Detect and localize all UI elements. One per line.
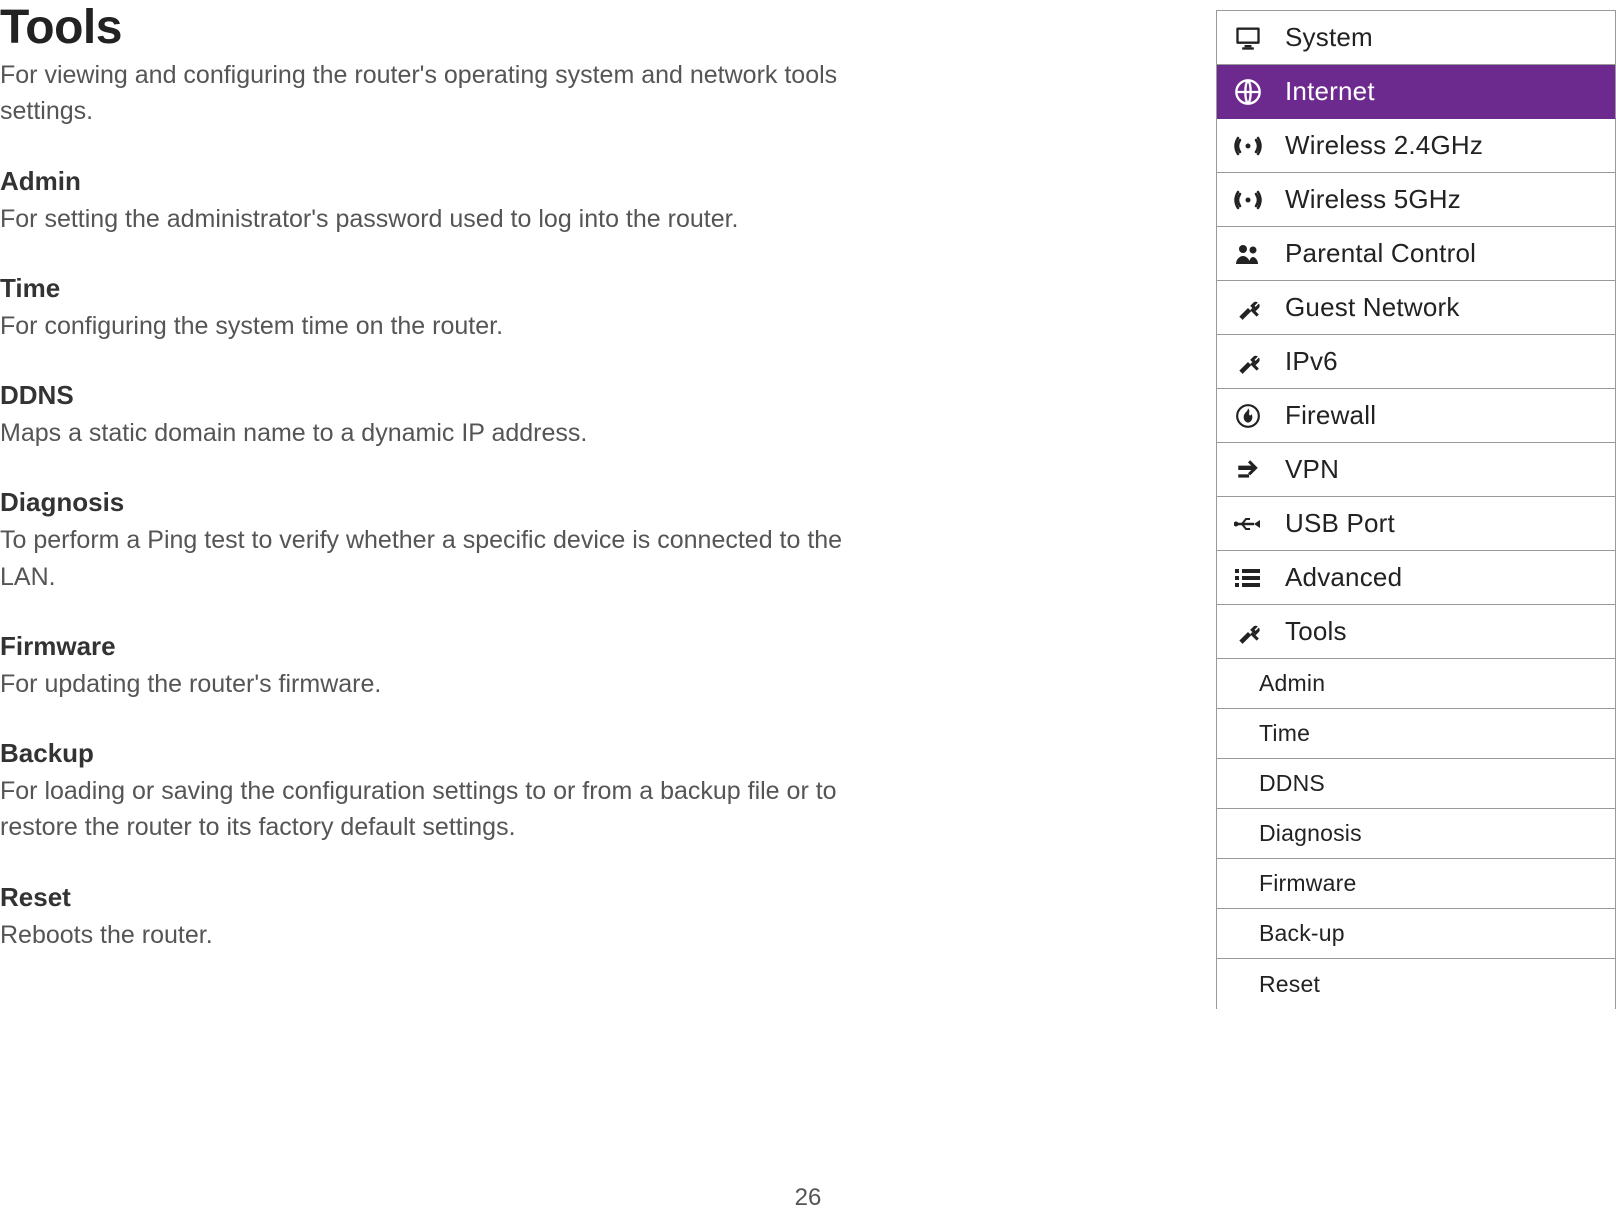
menu-label: USB Port bbox=[1279, 508, 1615, 539]
wifi-icon bbox=[1217, 136, 1279, 156]
page-intro: For viewing and configuring the router's… bbox=[0, 57, 870, 130]
wifi-icon bbox=[1217, 190, 1279, 210]
section-title: Reset bbox=[0, 882, 870, 913]
section-firmware: Firmware For updating the router's firmw… bbox=[0, 631, 870, 702]
menu-item-guest[interactable]: Guest Network bbox=[1217, 281, 1616, 335]
submenu-label: Back-up bbox=[1259, 920, 1615, 947]
menu-item-wireless5[interactable]: Wireless 5GHz bbox=[1217, 173, 1616, 227]
page-number: 26 bbox=[0, 1184, 1616, 1212]
submenu-item-firmware[interactable]: Firmware bbox=[1217, 859, 1616, 909]
menu-label: Firewall bbox=[1279, 400, 1615, 431]
sidebar-menu: System Internet Wireless 2.4GHz Wireless… bbox=[1216, 10, 1616, 1009]
menu-label: IPv6 bbox=[1279, 346, 1615, 377]
menu-item-ipv6[interactable]: IPv6 bbox=[1217, 335, 1616, 389]
section-desc: For setting the administrator's password… bbox=[0, 201, 870, 237]
section-desc: For updating the router's firmware. bbox=[0, 666, 870, 702]
section-admin: Admin For setting the administrator's pa… bbox=[0, 166, 870, 237]
menu-item-tools[interactable]: Tools bbox=[1217, 605, 1616, 659]
list-icon bbox=[1217, 567, 1279, 589]
submenu-item-time[interactable]: Time bbox=[1217, 709, 1616, 759]
submenu-label: DDNS bbox=[1259, 770, 1615, 797]
usb-icon bbox=[1217, 513, 1279, 535]
menu-label: Guest Network bbox=[1279, 292, 1615, 323]
submenu-label: Firmware bbox=[1259, 870, 1615, 897]
section-title: Backup bbox=[0, 738, 870, 769]
section-ddns: DDNS Maps a static domain name to a dyna… bbox=[0, 380, 870, 451]
submenu-label: Admin bbox=[1259, 670, 1615, 697]
flame-icon bbox=[1217, 403, 1279, 429]
menu-item-internet[interactable]: Internet bbox=[1217, 65, 1616, 119]
menu-label: Tools bbox=[1279, 616, 1615, 647]
menu-label: Internet bbox=[1279, 76, 1615, 107]
submenu-item-diagnosis[interactable]: Diagnosis bbox=[1217, 809, 1616, 859]
submenu-item-ddns[interactable]: DDNS bbox=[1217, 759, 1616, 809]
submenu-item-admin[interactable]: Admin bbox=[1217, 659, 1616, 709]
menu-label: VPN bbox=[1279, 454, 1615, 485]
submenu-label: Reset bbox=[1259, 971, 1615, 998]
menu-item-usb[interactable]: USB Port bbox=[1217, 497, 1616, 551]
submenu-label: Diagnosis bbox=[1259, 820, 1615, 847]
section-title: Admin bbox=[0, 166, 870, 197]
document-body: Tools For viewing and configuring the ro… bbox=[0, 0, 880, 989]
menu-item-vpn[interactable]: VPN bbox=[1217, 443, 1616, 497]
section-diagnosis: Diagnosis To perform a Ping test to veri… bbox=[0, 487, 870, 595]
section-reset: Reset Reboots the router. bbox=[0, 882, 870, 953]
section-desc: Maps a static domain name to a dynamic I… bbox=[0, 415, 870, 451]
section-title: Time bbox=[0, 273, 870, 304]
submenu-label: Time bbox=[1259, 720, 1615, 747]
people-icon bbox=[1217, 242, 1279, 266]
page-title: Tools bbox=[0, 0, 870, 55]
section-title: Diagnosis bbox=[0, 487, 870, 518]
menu-item-wireless24[interactable]: Wireless 2.4GHz bbox=[1217, 119, 1616, 173]
section-desc: To perform a Ping test to verify whether… bbox=[0, 522, 870, 595]
tools-icon bbox=[1217, 349, 1279, 375]
menu-item-system[interactable]: System bbox=[1217, 11, 1616, 65]
arrows-icon bbox=[1217, 457, 1279, 483]
section-desc: Reboots the router. bbox=[0, 917, 870, 953]
submenu-item-reset[interactable]: Reset bbox=[1217, 959, 1616, 1009]
section-time: Time For configuring the system time on … bbox=[0, 273, 870, 344]
submenu-item-backup[interactable]: Back-up bbox=[1217, 909, 1616, 959]
section-title: Firmware bbox=[0, 631, 870, 662]
menu-label: Wireless 5GHz bbox=[1279, 184, 1615, 215]
menu-item-advanced[interactable]: Advanced bbox=[1217, 551, 1616, 605]
tools-icon bbox=[1217, 619, 1279, 645]
monitor-icon bbox=[1217, 24, 1279, 52]
section-desc: For configuring the system time on the r… bbox=[0, 308, 870, 344]
menu-label: Advanced bbox=[1279, 562, 1615, 593]
menu-item-parental[interactable]: Parental Control bbox=[1217, 227, 1616, 281]
menu-label: Parental Control bbox=[1279, 238, 1615, 269]
tools-icon bbox=[1217, 295, 1279, 321]
menu-label: Wireless 2.4GHz bbox=[1279, 130, 1615, 161]
section-backup: Backup For loading or saving the configu… bbox=[0, 738, 870, 846]
globe-icon bbox=[1217, 78, 1279, 106]
menu-item-firewall[interactable]: Firewall bbox=[1217, 389, 1616, 443]
section-title: DDNS bbox=[0, 380, 870, 411]
section-desc: For loading or saving the configuration … bbox=[0, 773, 870, 846]
menu-label: System bbox=[1279, 22, 1615, 53]
